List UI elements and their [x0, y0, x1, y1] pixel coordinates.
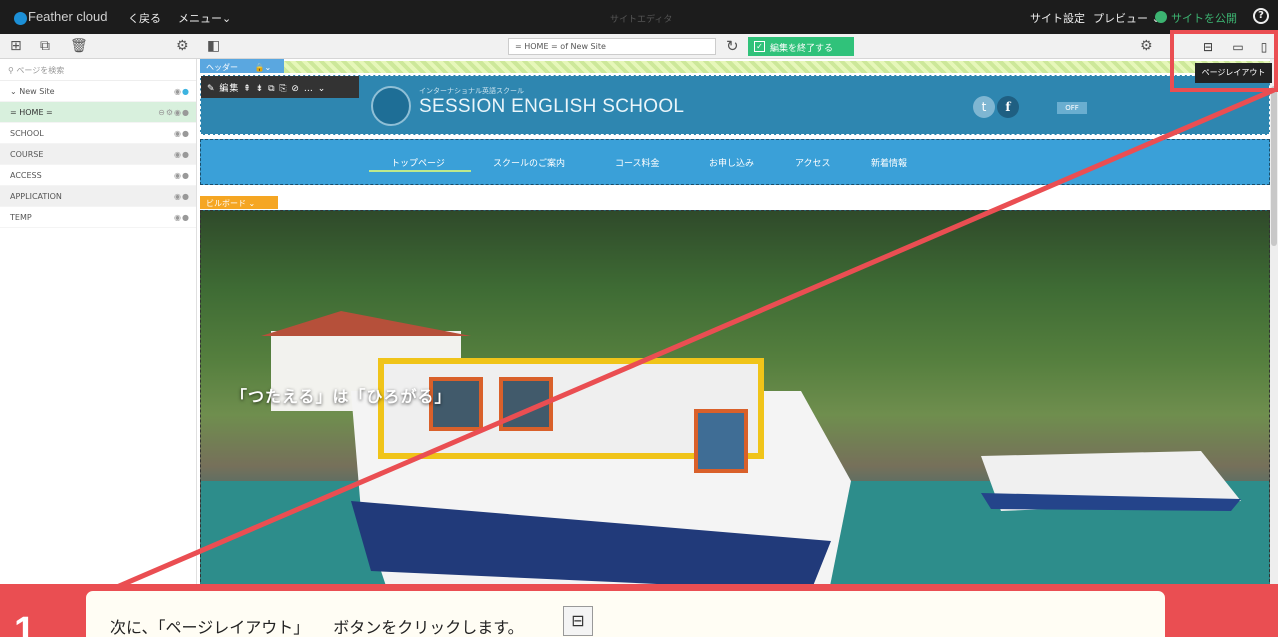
- callout-instruction: 次に、「ページレイアウト」 ボタンをクリックします。: [110, 618, 524, 637]
- hero-billboard[interactable]: 「つたえる」は「ひろがる」: [200, 210, 1270, 637]
- nav-item-school[interactable]: スクールのご案内: [493, 156, 565, 169]
- app-logo: Feather cloud: [28, 9, 108, 24]
- scrollbar-thumb[interactable]: [1271, 86, 1277, 246]
- checkbox-icon: ✓: [754, 41, 765, 52]
- block-edit-toolbar[interactable]: ✎ 編集 ⇞ ⇟ ⧉ ⎘ ⊘ … ⌄: [201, 76, 359, 98]
- search-placeholder: ページを検索: [16, 66, 65, 75]
- nav-item-news[interactable]: 新着情報: [871, 156, 907, 169]
- sns-toggle[interactable]: OFF: [1057, 102, 1087, 114]
- twitter-icon[interactable]: t: [973, 96, 995, 118]
- tree-root[interactable]: ⌄ New Site ◉●: [0, 81, 196, 102]
- page-canvas: ヘッダー 🔒⌄ ✎ 編集 ⇞ ⇟ ⧉ ⎘ ⊘ … ⌄ インターナショナル英語スク…: [200, 59, 1278, 637]
- edit-button[interactable]: ✎ 編集: [207, 84, 239, 94]
- add-page-icon[interactable]: ⊞: [10, 39, 22, 53]
- preview-button[interactable]: プレビュー ⌄: [1093, 10, 1161, 26]
- sidebar-toggle-icon[interactable]: ◧: [207, 39, 220, 53]
- brand-subtitle: インターナショナル英語スクール: [419, 87, 524, 95]
- billboard-tag[interactable]: ビルボード ⌄: [200, 196, 278, 209]
- nav-item-apply[interactable]: お申し込み: [709, 156, 754, 169]
- sidebar-item-application[interactable]: APPLICATION ◉●: [0, 186, 196, 207]
- boat-illustration: [201, 311, 1269, 636]
- finish-editing-label: 編集を終了する: [770, 44, 834, 54]
- sidebar-item-label: TEMP: [10, 213, 32, 222]
- trash-icon[interactable]: 🗑: [70, 39, 88, 53]
- visibility-icon[interactable]: ◉●: [174, 171, 190, 180]
- gear-icon[interactable]: ⚙: [176, 39, 189, 53]
- page-url-field[interactable]: = HOME = of New Site: [508, 38, 716, 55]
- editor-toolbar: ⊞ ⧉ 🗑 ⚙ ◧ = HOME = of New Site ↻ ✓ 編集を終了…: [0, 34, 1278, 59]
- page-layout-icon: ⊟: [563, 606, 593, 636]
- chevron-down-icon: ⌄: [10, 87, 20, 96]
- nav-item-top[interactable]: トップページ: [391, 156, 445, 169]
- sidebar-item-label: APPLICATION: [10, 192, 62, 201]
- sidebar-item-temp[interactable]: TEMP ◉●: [0, 207, 196, 228]
- highlight-box: [1170, 30, 1278, 92]
- app-window: Feather cloud く戻る メニュー⌄ サイトエディタ サイト設定 プレ…: [0, 0, 1278, 637]
- finish-editing-button[interactable]: ✓ 編集を終了する: [748, 37, 854, 56]
- roof-shape: [261, 311, 471, 336]
- nav-item-access[interactable]: アクセス: [795, 156, 831, 169]
- visibility-icon[interactable]: ◉●: [174, 87, 190, 96]
- sidebar-item-label: = HOME =: [10, 108, 53, 117]
- hero-tagline: 「つたえる」は「ひろがる」: [231, 387, 452, 406]
- site-navbar: トップページ スクールのご案内 コース料金 お申し込み アクセス 新着情報: [200, 139, 1270, 185]
- top-bar: Feather cloud く戻る メニュー⌄ サイトエディタ サイト設定 プレ…: [0, 0, 1278, 34]
- site-header[interactable]: ✎ 編集 ⇞ ⇟ ⧉ ⎘ ⊘ … ⌄ インターナショナル英語スクール SESSI…: [200, 75, 1270, 135]
- visibility-icon[interactable]: ◉●: [174, 129, 190, 138]
- boat-window: [694, 409, 748, 473]
- publish-button[interactable]: サイトを公開: [1171, 10, 1237, 26]
- menu-button[interactable]: メニュー⌄: [178, 10, 231, 26]
- school-logo-emblem: [371, 86, 411, 126]
- billboard-tag-label: ビルボード: [206, 199, 246, 208]
- back-button[interactable]: く戻る: [128, 10, 161, 26]
- header-section-strip: [200, 61, 1278, 73]
- lock-icon[interactable]: 🔒⌄: [255, 63, 272, 72]
- sidebar-item-access[interactable]: ACCESS ◉●: [0, 165, 196, 186]
- facebook-icon[interactable]: f: [997, 96, 1019, 118]
- feather-logo-icon: [14, 12, 27, 25]
- reload-icon[interactable]: ↻: [726, 37, 739, 55]
- brand-name: SESSION ENGLISH SCHOOL: [419, 96, 685, 117]
- page-tree-sidebar: ⚲ ページを検索 ⌄ New Site ◉● = HOME = ⊖⚙◉● SCH…: [0, 59, 197, 637]
- sidebar-item-label: SCHOOL: [10, 129, 44, 138]
- settings-icon[interactable]: ⚙: [1140, 39, 1153, 53]
- visibility-icon[interactable]: ◉●: [174, 192, 190, 201]
- header-section-tag[interactable]: ヘッダー 🔒⌄: [200, 59, 284, 73]
- visibility-icon[interactable]: ◉●: [174, 213, 190, 222]
- boat-window: [499, 377, 553, 431]
- visibility-icon[interactable]: ◉●: [174, 150, 190, 159]
- site-settings-button[interactable]: サイト設定: [1030, 10, 1085, 26]
- sidebar-item-label: ACCESS: [10, 171, 42, 180]
- sidebar-item-course[interactable]: COURSE ◉●: [0, 144, 196, 165]
- sidebar-item-label: COURSE: [10, 150, 44, 159]
- publish-icon: [1155, 11, 1167, 23]
- sidebar-item-school[interactable]: SCHOOL ◉●: [0, 123, 196, 144]
- block-tools-icon[interactable]: ⇞ ⇟ ⧉ ⎘ ⊘ … ⌄: [243, 84, 326, 94]
- editor-title: サイトエディタ: [610, 15, 673, 25]
- nav-active-underline: [369, 170, 471, 172]
- step-number: 1: [14, 610, 36, 637]
- sidebar-item-home[interactable]: = HOME = ⊖⚙◉●: [0, 102, 196, 123]
- tree-root-label: New Site: [19, 87, 55, 96]
- page-search-input[interactable]: ⚲ ページを検索: [0, 59, 196, 81]
- duplicate-page-icon[interactable]: ⧉: [40, 39, 50, 53]
- help-icon[interactable]: ?: [1253, 8, 1269, 24]
- nav-item-course[interactable]: コース料金: [615, 156, 660, 169]
- header-tag-label: ヘッダー: [206, 63, 238, 72]
- page-actions-icon[interactable]: ⊖⚙◉●: [158, 108, 190, 117]
